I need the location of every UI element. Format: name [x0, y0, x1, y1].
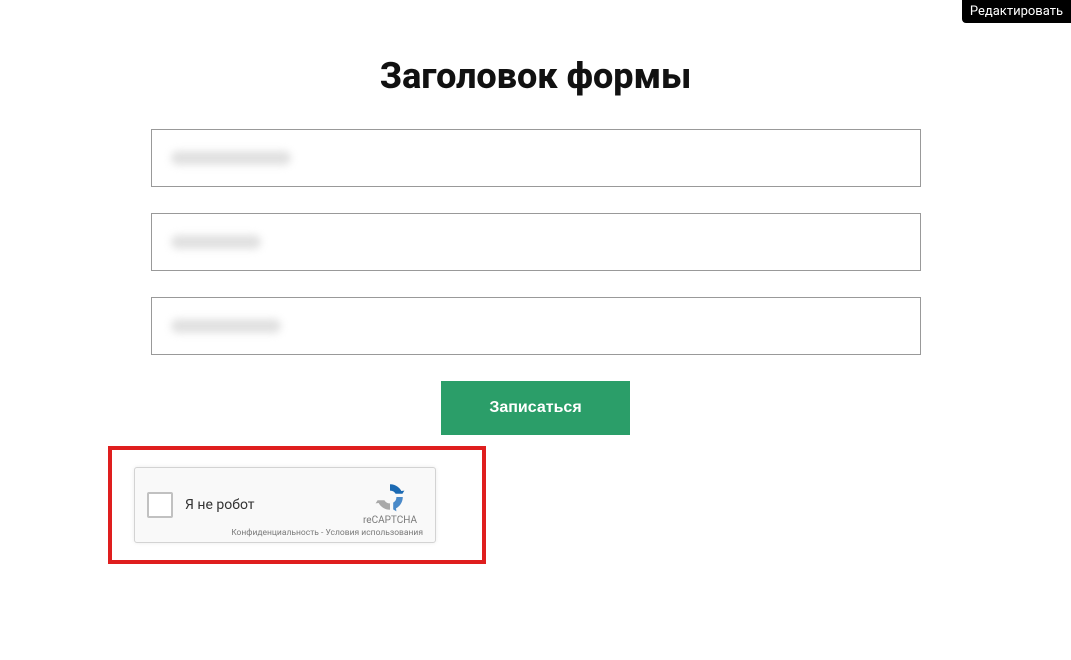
- placeholder-blur: [171, 151, 291, 165]
- recaptcha-checkbox[interactable]: [147, 492, 173, 518]
- form-input-2[interactable]: [151, 213, 921, 271]
- input-wrapper-2: [151, 213, 921, 271]
- submit-button[interactable]: Записаться: [441, 381, 629, 435]
- recaptcha-terms-link[interactable]: Условия использования: [325, 528, 423, 538]
- edit-button[interactable]: Редактировать: [962, 0, 1071, 23]
- placeholder-blur: [171, 235, 261, 249]
- form-container: Заголовок формы Записаться: [151, 0, 921, 435]
- input-wrapper-1: [151, 129, 921, 187]
- placeholder-blur: [171, 319, 281, 333]
- captcha-highlight-box: Я не робот reCAPTCHA Конфиденциальность …: [108, 446, 486, 564]
- recaptcha-label: Я не робот: [185, 497, 357, 513]
- recaptcha-icon: [374, 481, 406, 513]
- recaptcha-footer: Конфиденциальность - Условия использован…: [231, 528, 423, 538]
- recaptcha-brand: reCAPTCHA: [363, 515, 417, 526]
- recaptcha-widget: Я не робот reCAPTCHA Конфиденциальность …: [134, 467, 436, 543]
- recaptcha-privacy-link[interactable]: Конфиденциальность: [231, 528, 319, 538]
- recaptcha-logo-area: reCAPTCHA: [357, 481, 423, 526]
- form-title: Заголовок формы: [151, 55, 921, 97]
- input-wrapper-3: [151, 297, 921, 355]
